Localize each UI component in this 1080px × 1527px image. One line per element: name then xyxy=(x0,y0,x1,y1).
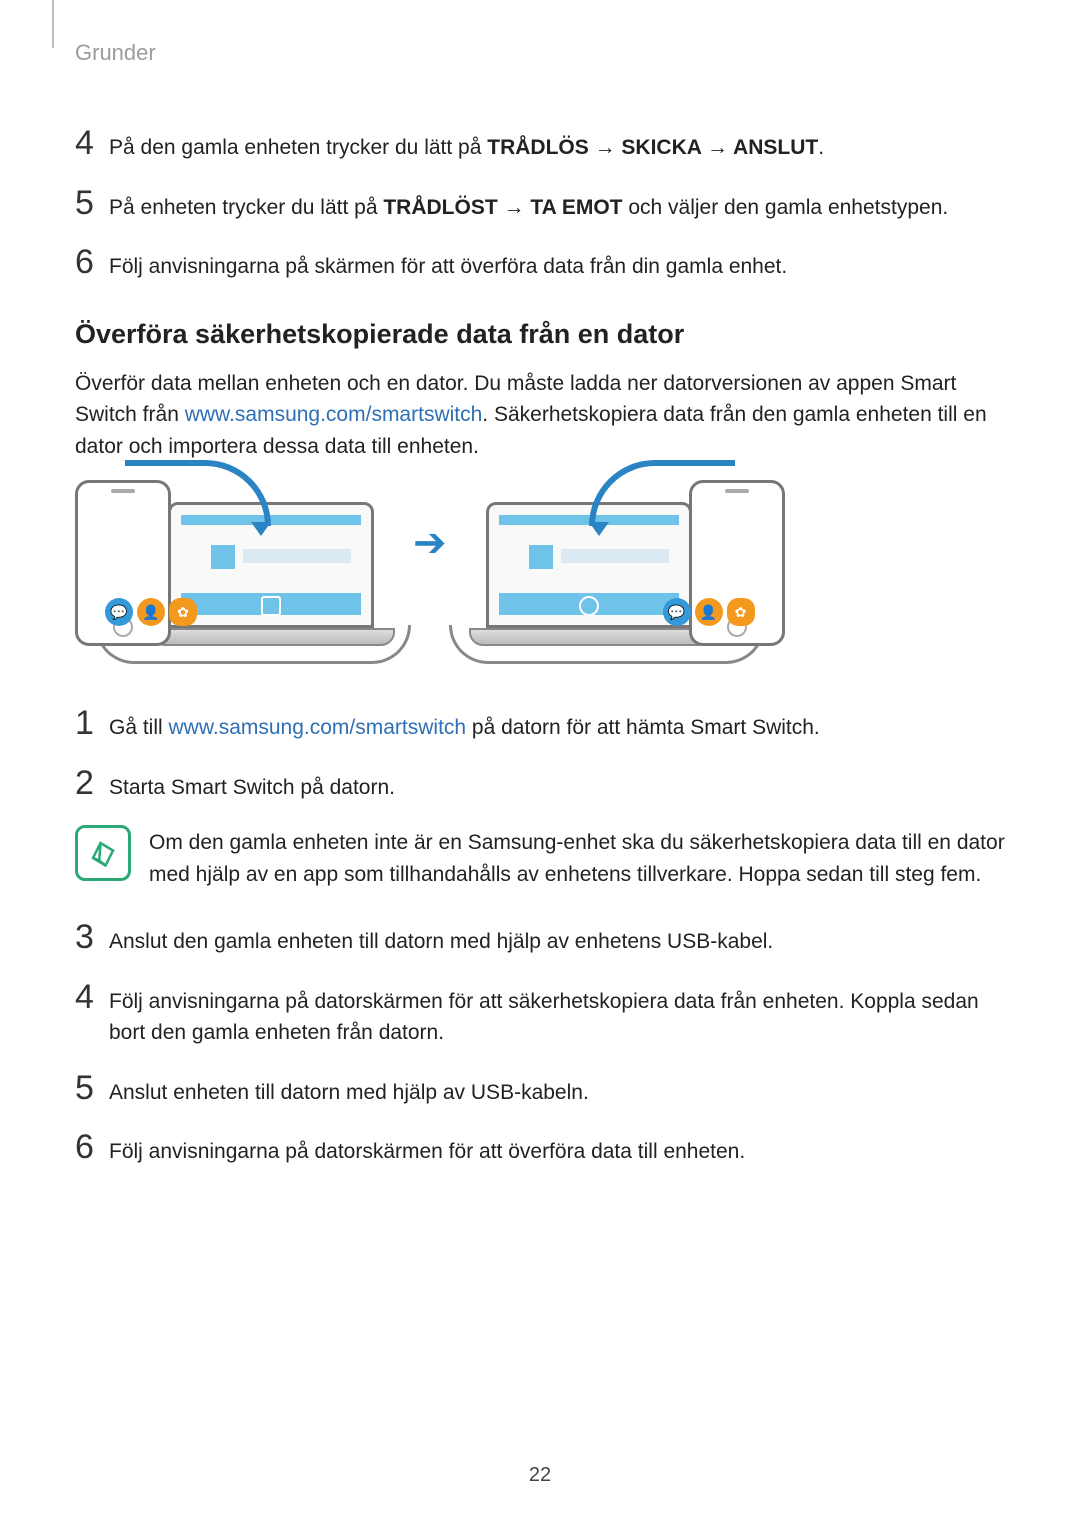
section-label: Grunder xyxy=(75,40,1005,66)
media-icons: 💬👤✿ xyxy=(663,598,755,626)
step-item: 6Följ anvisningarna på skärmen för att ö… xyxy=(75,245,1005,283)
page-number: 22 xyxy=(0,1464,1080,1487)
step-text: På enheten trycker du lätt på TRÅDLÖST →… xyxy=(109,186,1005,224)
step-number: 6 xyxy=(75,245,109,279)
smartswitch-link[interactable]: www.samsung.com/smartswitch xyxy=(185,403,483,426)
section-title: Överföra säkerhetskopierade data från en… xyxy=(75,319,1005,350)
step-text: På den gamla enheten trycker du lätt på … xyxy=(109,126,1005,164)
step-text: Följ anvisningarna på datorskärmen för a… xyxy=(109,980,1005,1049)
step-item: 5På enheten trycker du lätt på TRÅDLÖST … xyxy=(75,186,1005,224)
step-text: Anslut den gamla enheten till datorn med… xyxy=(109,920,1005,958)
second-steps-list-a: 1Gå till www.samsung.com/smartswitch på … xyxy=(75,706,1005,803)
step-text: Anslut enheten till datorn med hjälp av … xyxy=(109,1071,1005,1109)
media-icons: 💬👤✿ xyxy=(105,598,197,626)
step-item: 6Följ anvisningarna på datorskärmen för … xyxy=(75,1130,1005,1168)
step-number: 5 xyxy=(75,186,109,220)
note-block: Om den gamla enheten inte är en Samsung-… xyxy=(75,825,1005,890)
arrow-right-icon: ➔ xyxy=(405,520,455,566)
inline-link[interactable]: www.samsung.com/smartswitch xyxy=(169,716,467,739)
first-steps-list: 4På den gamla enheten trycker du lätt på… xyxy=(75,126,1005,283)
step-number: 5 xyxy=(75,1071,109,1105)
page-body: Grunder 4På den gamla enheten trycker du… xyxy=(0,0,1080,1168)
step-number: 3 xyxy=(75,920,109,954)
step-item: 1Gå till www.samsung.com/smartswitch på … xyxy=(75,706,1005,744)
step-text: Följ anvisningarna på skärmen för att öv… xyxy=(109,245,1005,283)
step-text: Starta Smart Switch på datorn. xyxy=(109,766,1005,804)
transfer-diagram: 💬👤✿ ➔ 💬👤✿ xyxy=(75,480,1005,666)
step-text: Gå till www.samsung.com/smartswitch på d… xyxy=(109,706,1005,744)
step-item: 4Följ anvisningarna på datorskärmen för … xyxy=(75,980,1005,1049)
note-icon xyxy=(75,825,131,881)
step-number: 4 xyxy=(75,980,109,1014)
diagram-left-group: 💬👤✿ xyxy=(75,480,381,666)
step-number: 4 xyxy=(75,126,109,160)
note-text: Om den gamla enheten inte är en Samsung-… xyxy=(149,825,1005,890)
step-number: 2 xyxy=(75,766,109,800)
diagram-right-group: 💬👤✿ xyxy=(479,480,785,666)
step-number: 6 xyxy=(75,1130,109,1164)
second-steps-list-b: 3Anslut den gamla enheten till datorn me… xyxy=(75,920,1005,1168)
step-item: 4På den gamla enheten trycker du lätt på… xyxy=(75,126,1005,164)
step-item: 5Anslut enheten till datorn med hjälp av… xyxy=(75,1071,1005,1109)
header-rule xyxy=(52,0,54,48)
step-number: 1 xyxy=(75,706,109,740)
step-item: 2Starta Smart Switch på datorn. xyxy=(75,766,1005,804)
step-item: 3Anslut den gamla enheten till datorn me… xyxy=(75,920,1005,958)
intro-paragraph: Överför data mellan enheten och en dator… xyxy=(75,368,1005,463)
step-text: Följ anvisningarna på datorskärmen för a… xyxy=(109,1130,1005,1168)
